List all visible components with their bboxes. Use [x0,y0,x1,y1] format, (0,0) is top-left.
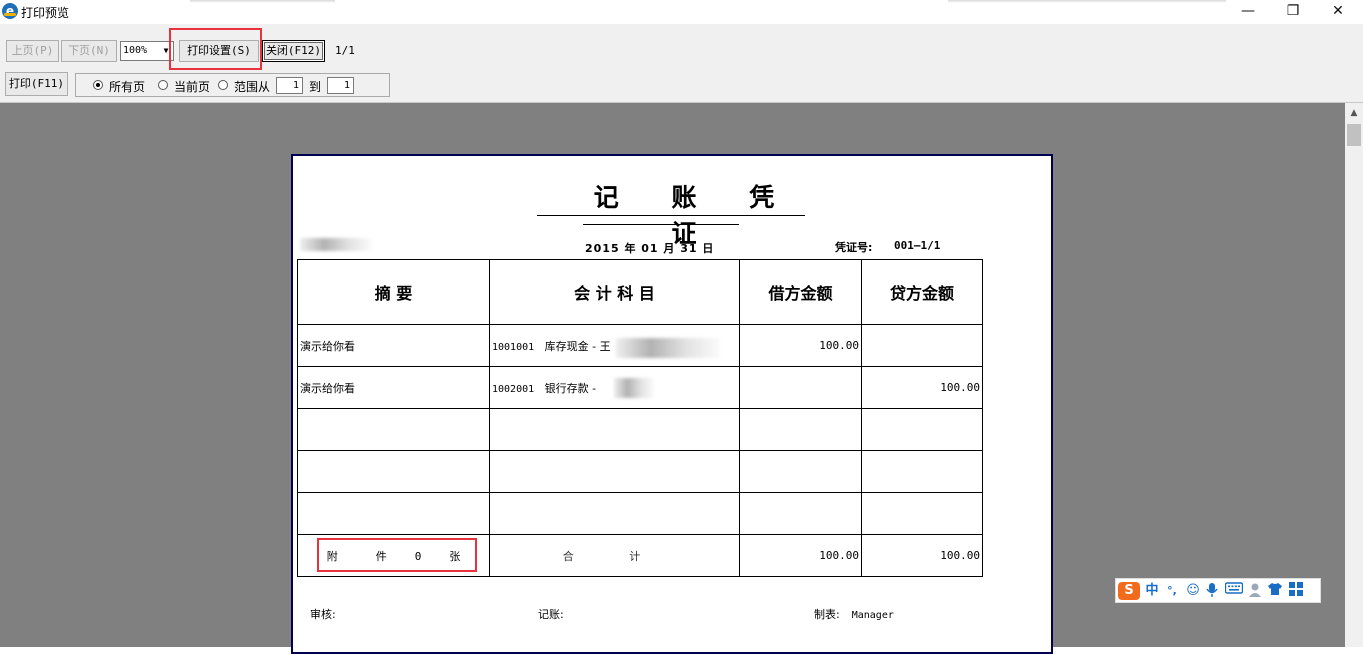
account-cell [489,492,740,535]
title-underline [537,215,805,216]
total-label: 合 计 [489,534,740,577]
highlight-box-attachments [317,538,477,572]
highlight-box-print-settings [169,28,262,70]
header-summary: 摘 要 [297,259,490,325]
radio-current-page-label[interactable]: 当前页 [174,78,210,95]
ime-mode-toggle[interactable]: 中 [1143,582,1161,600]
debit-cell: 100.00 [739,324,862,367]
title-bar-shadow [948,0,1226,3]
zoom-value: 100% [123,45,148,56]
summary-cell [297,492,490,535]
summary-cell: 演示给你看 [297,324,490,367]
summary-cell: 演示给你看 [297,366,490,409]
page-count: 1/1 [335,44,355,57]
credit-cell [861,492,983,535]
voucher-number-label: 凭证号: [835,241,873,254]
credit-cell [861,408,983,451]
user-icon[interactable] [1247,582,1263,600]
microphone-icon[interactable] [1204,582,1220,600]
close-window-button[interactable]: ✕ [1315,0,1361,24]
scrollbar-thumb[interactable] [1347,124,1361,146]
summary-cell [297,408,490,451]
header-credit: 贷方金额 [861,259,983,325]
debit-cell [739,450,862,493]
minimize-button[interactable]: — [1225,0,1271,24]
radio-all-pages[interactable] [93,80,103,90]
summary-cell [297,450,490,493]
preparer-label: 制表: [814,608,840,621]
window-title: 打印预览 [21,6,70,20]
radio-current-page[interactable] [158,80,168,90]
keyboard-icon[interactable] [1224,582,1244,600]
table-row [297,408,983,451]
close-preview-button[interactable]: 关闭(F12) [262,40,325,62]
bookkeeping-label: 记账: [538,608,564,621]
total-credit: 100.00 [861,534,983,577]
voucher-date: 2015 年 01 月 31 日 [585,242,715,255]
vertical-scrollbar[interactable] [1345,103,1363,647]
review-label: 审核: [310,608,336,621]
restore-button[interactable]: ❐ [1270,0,1316,24]
table-row [297,450,983,493]
radio-range-label[interactable]: 范围从 [234,78,270,95]
table-row [297,492,983,535]
range-to-input[interactable]: 1 [327,77,354,94]
account-code: 1002001 [492,383,535,395]
header-debit: 借方金额 [739,259,862,325]
ime-punctuation-toggle[interactable]: °, [1163,582,1181,600]
shirt-icon[interactable] [1267,582,1283,600]
grid-icon[interactable] [1287,582,1305,600]
account-name: 库存现金 - 王 [544,339,611,353]
credit-cell [861,324,983,367]
title-bar-shadow [190,0,335,3]
app-logo-icon: e [2,3,18,19]
preparer-field: 制表: Manager [814,606,894,622]
radio-range[interactable] [218,80,228,90]
account-cell [489,450,740,493]
radio-all-pages-label[interactable]: 所有页 [109,78,145,95]
zoom-select[interactable]: 100% ▼ [120,41,174,61]
prev-page-button[interactable]: 上页(P) [6,40,59,62]
preparer-name: Manager [851,610,894,621]
next-page-button[interactable]: 下页(N) [61,40,117,62]
redacted-account-detail [614,378,654,398]
title-bar: e 打印预览 — ❐ ✕ [0,0,1363,24]
total-debit: 100.00 [739,534,862,577]
toolbar: 上页(P) 下页(N) 100% ▼ 打印设置(S) 关闭(F12) 1/1 打… [0,24,1363,103]
credit-cell: 100.00 [861,366,983,409]
table-header-row: 摘 要 会 计 科 目 借方金额 贷方金额 [297,259,983,325]
redacted-company-name [300,238,372,251]
ime-logo-icon[interactable]: S [1118,582,1140,600]
account-name: 银行存款 - [544,381,597,395]
debit-cell [739,408,862,451]
account-cell [489,408,740,451]
voucher-number: 001—1/1 [894,239,941,252]
print-button[interactable]: 打印(F11) [5,72,68,96]
debit-cell [739,492,862,535]
smiley-icon[interactable]: ☺ [1184,582,1202,600]
voucher-table: 摘 要 会 计 科 目 借方金额 贷方金额 演示给你看 1001001 库存现金… [297,259,983,577]
redacted-account-detail [616,338,720,358]
title-underline-inner [583,224,739,225]
debit-cell [739,366,862,409]
account-code: 1001001 [492,341,535,353]
ime-toolbar[interactable]: S 中 °, ☺ [1115,578,1321,603]
credit-cell [861,450,983,493]
range-to-label: 到 [309,80,322,94]
range-from-input[interactable]: 1 [276,77,303,94]
scroll-up-arrow-icon[interactable]: ▲ [1345,105,1363,121]
print-range-group: 所有页 当前页 范围从 1 到 1 [75,73,390,97]
header-account: 会 计 科 目 [489,259,740,325]
